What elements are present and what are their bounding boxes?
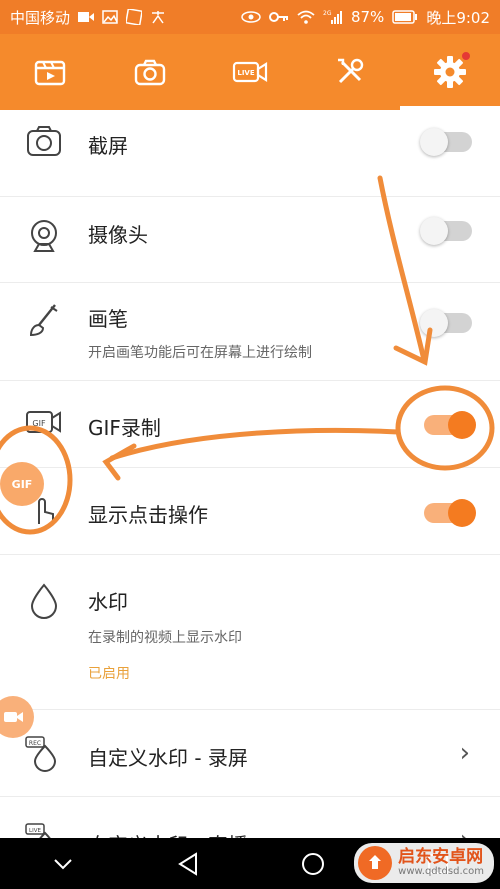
gallery-notification-icon: [126, 9, 143, 25]
setting-title: 自定义水印 - 直播: [88, 829, 248, 838]
svg-text:REC: REC: [29, 740, 41, 747]
webcam-icon: [31, 220, 57, 252]
key-icon: [268, 11, 289, 23]
setting-title: 水印: [88, 590, 128, 614]
tab-tools[interactable]: [320, 42, 380, 102]
wifi-icon: [297, 10, 315, 24]
setting-title: 截屏: [88, 134, 128, 158]
setting-brush[interactable]: 画笔 开启画笔功能后可在屏幕上进行绘制: [0, 283, 500, 381]
setting-watermark[interactable]: 水印 在录制的视频上显示水印 已启用: [0, 555, 500, 710]
setting-screenshot[interactable]: 截屏: [0, 110, 500, 197]
video-notification-icon: [78, 11, 95, 23]
screenshot-camera-icon: [27, 126, 61, 156]
back-triangle-icon: [177, 851, 197, 876]
toggle-knob: [420, 128, 448, 156]
main-tab-bar: LIVE: [0, 34, 500, 110]
nav-collapse-button[interactable]: [38, 844, 88, 884]
paintbrush-icon: [29, 304, 58, 337]
setting-description: 开启画笔功能后可在屏幕上进行绘制: [88, 345, 312, 361]
chevron-down-icon: [53, 858, 72, 869]
setting-description: 在录制的视频上显示水印: [88, 630, 242, 646]
gif-record-icon: GIF: [26, 411, 61, 433]
battery-icon: [392, 10, 418, 24]
live-watermark-icon: LIVE: [25, 823, 51, 838]
toggle-knob: [448, 499, 476, 527]
svg-text:2G: 2G: [323, 10, 332, 17]
clock: 晚上9:02: [426, 8, 490, 27]
setting-custom-watermark-live[interactable]: LIVE 自定义水印 - 直播 ›: [0, 797, 500, 838]
eye-icon: [241, 10, 261, 24]
floating-gif-button[interactable]: GIF: [0, 462, 44, 506]
tab-video-list[interactable]: [20, 42, 80, 102]
video-list-icon: [34, 60, 66, 86]
live-icon: LIVE: [232, 61, 268, 83]
chevron-right-icon: ›: [459, 738, 470, 768]
site-name: 启东安卓网: [398, 847, 484, 867]
status-bar: 中国移动 2G 87% 晚上9:02: [0, 0, 500, 34]
video-camera-icon: [4, 712, 23, 722]
site-url: www.qdtdsd.com: [398, 866, 484, 877]
brush-toggle[interactable]: [420, 309, 472, 337]
tab-screenshot[interactable]: [120, 42, 180, 102]
site-logo-icon: [358, 846, 393, 880]
settings-list[interactable]: 截屏 摄像头 画笔 开启画笔功能后可在屏幕上进行绘制 GIF GIF录制 显示点…: [0, 110, 500, 838]
text-notification-icon: [150, 9, 166, 25]
svg-text:LIVE: LIVE: [237, 69, 254, 77]
site-watermark: 启东安卓网 www.qdtdsd.com: [354, 843, 494, 883]
show-touches-toggle[interactable]: [424, 499, 476, 527]
status-badge: 已启用: [88, 666, 130, 682]
image-notification-icon: [102, 10, 118, 24]
setting-gif-record[interactable]: GIF GIF录制: [0, 381, 500, 468]
camera-toggle[interactable]: [420, 217, 472, 245]
svg-text:LIVE: LIVE: [29, 828, 41, 834]
nav-back-button[interactable]: [163, 844, 213, 884]
setting-title: 显示点击操作: [88, 503, 208, 527]
nav-home-button[interactable]: [288, 844, 338, 884]
screenshot-toggle[interactable]: [420, 128, 472, 156]
tab-live[interactable]: LIVE: [220, 42, 280, 102]
battery-percent: 87%: [350, 8, 385, 26]
setting-custom-watermark-record[interactable]: REC 自定义水印 - 录屏 ›: [0, 710, 500, 797]
setting-title: GIF录制: [88, 416, 161, 440]
tab-settings[interactable]: [420, 42, 480, 102]
cell-signal-icon: 2G: [323, 9, 343, 25]
notification-dot: [460, 50, 472, 62]
toggle-knob: [448, 411, 476, 439]
setting-camera[interactable]: 摄像头: [0, 197, 500, 283]
setting-title: 画笔: [88, 307, 128, 331]
chevron-right-icon: ›: [460, 825, 470, 838]
home-circle-icon: [301, 852, 324, 875]
gif-toggle[interactable]: [424, 411, 476, 439]
water-drop-icon: [30, 583, 58, 619]
svg-text:GIF: GIF: [32, 419, 46, 428]
camera-icon: [134, 59, 166, 86]
floating-gif-label: GIF: [11, 477, 33, 491]
rec-watermark-icon: REC: [25, 736, 57, 772]
toggle-knob: [420, 309, 448, 337]
toggle-knob: [420, 217, 448, 245]
setting-title: 自定义水印 - 录屏: [88, 746, 248, 770]
setting-show-touches[interactable]: 显示点击操作: [0, 468, 500, 555]
carrier-label: 中国移动: [10, 8, 71, 27]
tools-icon: [338, 58, 364, 84]
setting-title: 摄像头: [88, 223, 148, 247]
